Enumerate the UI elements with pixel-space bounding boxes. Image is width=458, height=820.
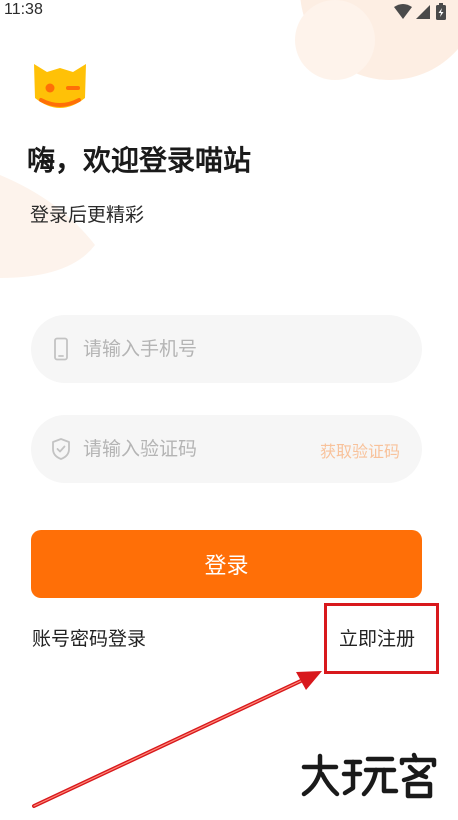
annotation-arrow [32, 671, 322, 808]
get-code-button[interactable]: 获取验证码 [320, 438, 400, 462]
battery-charging-icon [436, 3, 446, 20]
status-time: 11:38 [4, 1, 43, 18]
shield-icon [52, 438, 70, 460]
login-button[interactable]: 登录 [31, 530, 422, 598]
status-icons [394, 3, 446, 20]
page-title: 嗨，欢迎登录喵站 [27, 144, 252, 177]
phone-field[interactable] [31, 315, 422, 383]
page-subtitle: 登录后更精彩 [30, 204, 145, 226]
phone-icon [54, 337, 68, 361]
cellular-signal-icon [416, 5, 430, 19]
verification-code-input[interactable] [83, 415, 303, 483]
status-bar: 11:38 [0, 0, 458, 24]
cat-logo-icon [34, 64, 86, 108]
watermark-logo [301, 752, 437, 799]
phone-input[interactable] [83, 315, 403, 383]
verification-code-field[interactable]: 获取验证码 [31, 415, 422, 483]
background-decoration [0, 0, 458, 278]
password-login-link[interactable]: 账号密码登录 [32, 624, 146, 651]
register-link[interactable]: 立即注册 [339, 624, 415, 651]
wifi-icon [394, 4, 412, 19]
